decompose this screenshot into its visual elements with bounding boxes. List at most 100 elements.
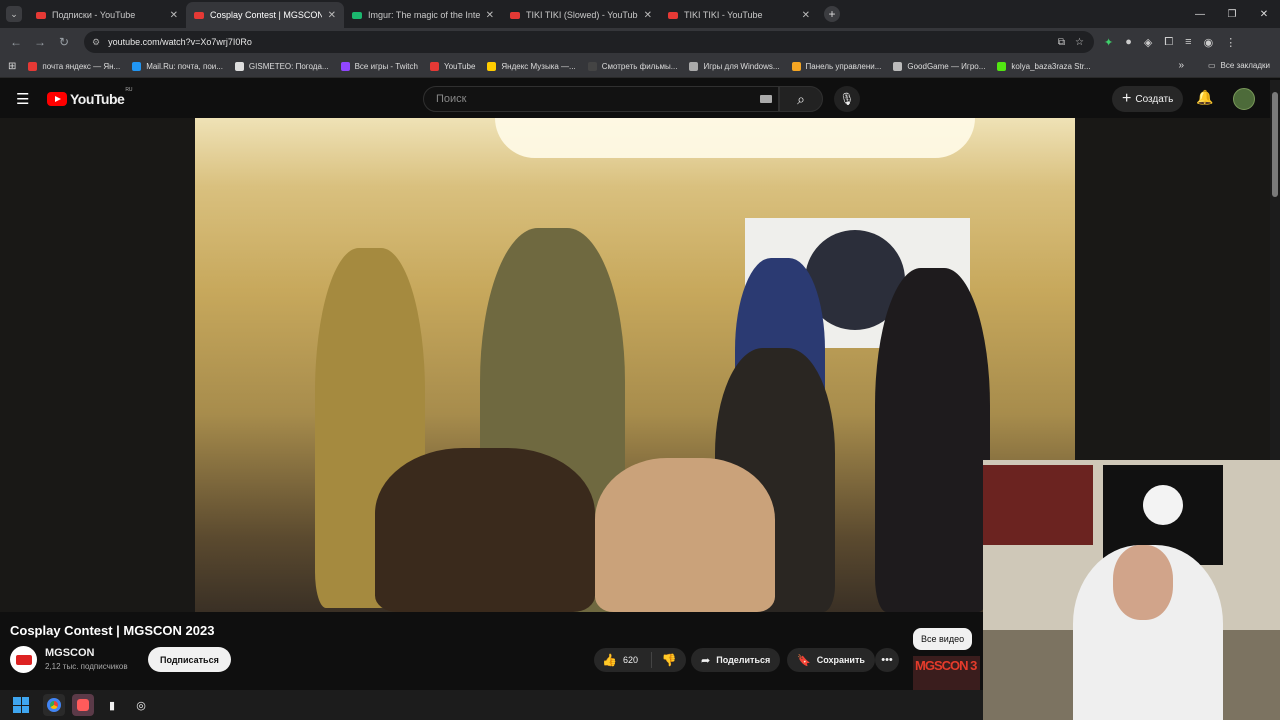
- bookmark-label: Смотреть фильмы...: [601, 62, 678, 71]
- like-dislike-group: 👍 620 👎: [594, 648, 686, 672]
- host-figure: [875, 268, 990, 612]
- obs-icon[interactable]: ◎: [130, 694, 152, 716]
- video-player[interactable]: [0, 118, 1280, 720]
- bookmark-favicon-icon: [893, 62, 903, 71]
- search-input[interactable]: Поиск: [423, 86, 779, 112]
- thumbs-up-icon: 👍: [602, 653, 617, 667]
- channel-name[interactable]: MGSCON: [45, 647, 95, 659]
- bookmark-favicon-icon: [340, 62, 350, 71]
- bookmark-item[interactable]: GoodGame — Игро...: [893, 62, 985, 71]
- browser-tab[interactable]: TIKI TIKI - YouTube ✕: [660, 2, 818, 28]
- search-button[interactable]: ⌕: [779, 86, 823, 112]
- back-icon[interactable]: ←: [4, 35, 28, 49]
- bookmark-label: YouTube: [443, 62, 476, 71]
- browser-tab[interactable]: Imgur: The magic of the Internet ✕: [344, 2, 502, 28]
- tab-close-icon[interactable]: ✕: [170, 10, 178, 21]
- tab-favicon-icon: [352, 11, 362, 19]
- plus-icon: +: [1122, 90, 1132, 107]
- omnibox[interactable]: ⚙ youtube.com/watch?v=Xo7wrj7I0Ro ⧉ ☆: [84, 31, 1094, 53]
- browser-tab[interactable]: TIKI TIKI (Slowed) - YouTube ✕: [502, 2, 660, 28]
- dislike-button[interactable]: 👎: [652, 653, 686, 667]
- terminal-icon[interactable]: ▮: [101, 694, 123, 716]
- search-icon: ⌕: [797, 90, 805, 107]
- bookmark-item[interactable]: Все игры - Twitch: [340, 62, 418, 71]
- browser-menu-icon[interactable]: ⋮: [1225, 36, 1236, 49]
- extension-icon[interactable]: ◈: [1144, 36, 1152, 49]
- bookmark-favicon-icon: [429, 62, 439, 71]
- reload-icon[interactable]: ↻: [52, 35, 76, 49]
- youtube-logo[interactable]: YouTube RU: [47, 87, 133, 107]
- bookmark-item[interactable]: GISMETEO: Погода...: [234, 62, 329, 71]
- bookmark-item[interactable]: почта яндекс — Ян...: [28, 62, 120, 71]
- bookmark-item[interactable]: Игры для Windows...: [689, 62, 780, 71]
- extensions-puzzle-icon[interactable]: ⧠: [1164, 36, 1173, 49]
- url-text[interactable]: youtube.com/watch?v=Xo7wrj7I0Ro: [108, 37, 1058, 47]
- bookmark-label: GISMETEO: Погода...: [248, 62, 329, 71]
- extension-icon[interactable]: ✦: [1104, 36, 1113, 49]
- share-button[interactable]: ➦ Поделиться: [691, 648, 781, 672]
- apps-grid-icon[interactable]: ⊞: [8, 61, 16, 72]
- thumbnail-text: MGSCON 3: [915, 658, 977, 673]
- scrollbar-thumb[interactable]: [1272, 92, 1278, 197]
- logo-region: RU: [125, 87, 133, 93]
- extensions-area: ✦ ● ◈ ⧠ ≡ ◉ ⋮: [1104, 36, 1236, 49]
- bookmark-favicon-icon: [28, 62, 38, 71]
- extension-icon[interactable]: ●: [1125, 36, 1132, 48]
- create-button[interactable]: + Создать: [1112, 86, 1184, 112]
- tab-close-icon[interactable]: ✕: [802, 10, 810, 21]
- tab-close-icon[interactable]: ✕: [644, 10, 652, 21]
- video-frame[interactable]: [195, 118, 1075, 612]
- bookmark-item[interactable]: kolya_baza3raza Str...: [997, 62, 1091, 71]
- bookmark-star-icon[interactable]: ☆: [1075, 37, 1084, 48]
- more-actions-button[interactable]: •••: [875, 648, 899, 672]
- share-icon: ➦: [701, 654, 711, 667]
- windows-start-icon[interactable]: [13, 697, 29, 713]
- bookmark-item[interactable]: Mail.Ru: почта, пои...: [132, 62, 223, 71]
- profile-icon[interactable]: ◉: [1204, 36, 1214, 49]
- audience-figure: [375, 448, 595, 612]
- forward-icon[interactable]: →: [28, 35, 52, 49]
- media-control-icon[interactable]: ≡: [1185, 36, 1191, 48]
- all-videos-chip[interactable]: Все видео: [913, 628, 973, 650]
- maximize-icon[interactable]: ❐: [1216, 0, 1248, 28]
- logo-text: YouTube: [70, 91, 125, 107]
- bookmark-item[interactable]: Смотреть фильмы...: [587, 62, 678, 71]
- microphone-icon: 🎙: [839, 92, 855, 106]
- bookmark-label: Mail.Ru: почта, пои...: [146, 62, 223, 71]
- folder-icon: ▭: [1207, 61, 1216, 70]
- bookmarks-overflow-icon[interactable]: »: [1178, 60, 1184, 71]
- keyboard-icon[interactable]: [760, 95, 772, 103]
- browser-tab[interactable]: Cosplay Contest | MGSCON 2023 ✕: [186, 2, 344, 28]
- bookmark-favicon-icon: [587, 62, 597, 71]
- tab-close-icon[interactable]: ✕: [486, 10, 494, 21]
- cast-icon[interactable]: ⧉: [1058, 37, 1065, 48]
- voice-search-button[interactable]: 🎙: [834, 86, 860, 112]
- bookmark-label: Яндекс Музыка —...: [501, 62, 576, 71]
- notifications-bell-icon[interactable]: 🔔: [1196, 89, 1213, 106]
- subscribe-button[interactable]: Подписаться: [148, 647, 231, 672]
- avatar[interactable]: [1233, 88, 1255, 110]
- bookmark-item[interactable]: Яндекс Музыка —...: [487, 62, 576, 71]
- video-title: Cosplay Contest | MGSCON 2023: [10, 623, 215, 638]
- like-button[interactable]: 👍 620: [594, 652, 652, 668]
- tab-close-icon[interactable]: ✕: [328, 10, 336, 21]
- save-button[interactable]: 🔖 Сохранить: [787, 648, 875, 672]
- bookmark-label: kolya_baza3raza Str...: [1011, 62, 1091, 71]
- search-placeholder: Поиск: [436, 93, 467, 105]
- chrome-icon[interactable]: [43, 694, 65, 716]
- site-info-icon[interactable]: ⚙: [92, 37, 100, 48]
- bookmark-item[interactable]: Панель управлени...: [791, 62, 881, 71]
- browser-tab[interactable]: Подписки - YouTube ✕: [28, 2, 186, 28]
- tab-search-button[interactable]: ⌄: [6, 6, 22, 22]
- minimize-icon[interactable]: —: [1184, 0, 1216, 28]
- tab-title: TIKI TIKI - YouTube: [684, 10, 763, 20]
- new-tab-button[interactable]: +: [824, 6, 840, 22]
- app-icon[interactable]: [72, 694, 94, 716]
- related-video-thumbnail[interactable]: MGSCON 3: [913, 656, 980, 690]
- menu-icon[interactable]: ☰: [16, 90, 32, 108]
- channel-avatar[interactable]: [10, 646, 37, 673]
- close-window-icon[interactable]: ✕: [1248, 0, 1280, 28]
- bookmark-item[interactable]: YouTube: [429, 62, 476, 71]
- all-bookmarks[interactable]: ▭ Все закладки: [1208, 61, 1270, 70]
- bookmark-label: GoodGame — Игро...: [907, 62, 986, 71]
